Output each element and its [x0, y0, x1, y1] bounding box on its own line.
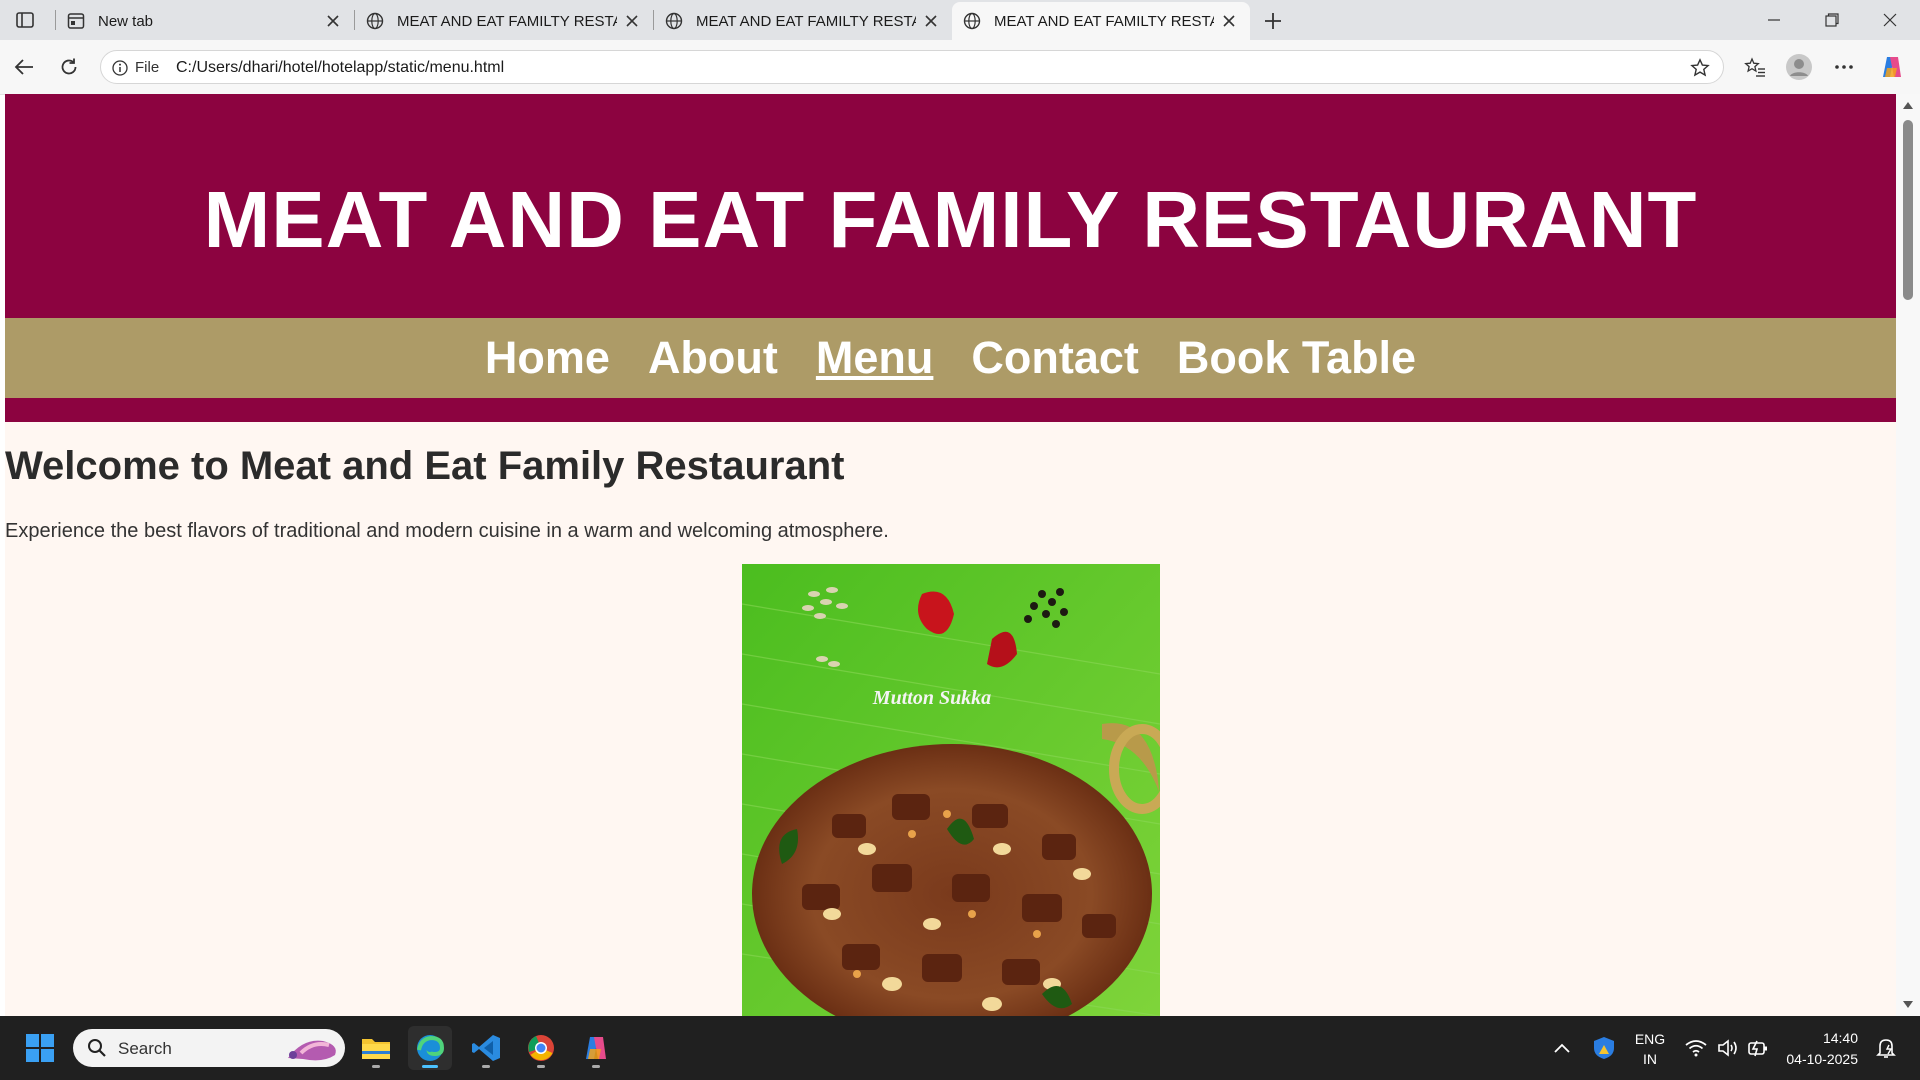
- vscode-icon[interactable]: [464, 1026, 508, 1070]
- intro-paragraph: Experience the best flavors of tradition…: [5, 520, 889, 542]
- refresh-icon[interactable]: [54, 52, 84, 82]
- nav-link-menu[interactable]: Menu: [816, 332, 934, 384]
- tab-label: MEAT AND EAT FAMILTY RESTAURANT: [994, 12, 1214, 30]
- clock-time[interactable]: 14:40: [1778, 1030, 1858, 1046]
- profile-avatar-icon[interactable]: [1784, 52, 1814, 82]
- new-tab-plus-icon[interactable]: [1260, 8, 1286, 34]
- security-shield-icon[interactable]: [1582, 1026, 1626, 1070]
- globe-icon: [664, 11, 684, 31]
- notification-bell-icon[interactable]: [1864, 1026, 1908, 1070]
- tab-new-tab[interactable]: New tab: [56, 2, 354, 40]
- search-icon: [87, 1038, 107, 1063]
- url-text[interactable]: C:/Users/dhari/hotel/hotelapp/static/men…: [176, 59, 504, 77]
- browser-toolbar: File C:/Users/dhari/hotel/hotelapp/stati…: [0, 40, 1920, 95]
- scroll-down-arrow-icon[interactable]: [1903, 1001, 1913, 1008]
- nav-link-about[interactable]: About: [648, 332, 778, 384]
- minimize-window-icon[interactable]: [1752, 6, 1796, 34]
- edge-browser-icon[interactable]: [408, 1026, 452, 1070]
- page-scrollbar[interactable]: [1896, 94, 1920, 1016]
- nav-link-book-table[interactable]: Book Table: [1177, 332, 1416, 384]
- main-navigation: Home About Menu Contact Book Table: [5, 318, 1896, 398]
- favorite-star-icon[interactable]: [1689, 57, 1711, 79]
- copilot-icon[interactable]: [1877, 52, 1907, 82]
- dish-caption: Mutton Sukka: [872, 687, 991, 709]
- file-explorer-icon[interactable]: [354, 1026, 398, 1070]
- taskbar-search-box[interactable]: Search: [73, 1029, 345, 1067]
- windows-taskbar: Search ENG IN 14:40 04-10-2025: [0, 1016, 1920, 1080]
- dish-photo: Mutton Sukka: [742, 564, 1160, 1016]
- chrome-icon[interactable]: [519, 1026, 563, 1070]
- tab-label: MEAT AND EAT FAMILTY RESTAURANT: [397, 12, 617, 30]
- page-viewport: MEAT AND EAT FAMILY RESTAURANT Home Abou…: [5, 94, 1896, 1016]
- tab-label: New tab: [98, 12, 154, 30]
- scroll-up-arrow-icon[interactable]: [1903, 102, 1913, 109]
- running-indicator: [482, 1065, 490, 1068]
- tab-label: MEAT AND EAT FAMILTY RESTAURANT: [696, 12, 916, 30]
- new-tab-page-icon: [66, 11, 86, 31]
- tab-restaurant-1[interactable]: MEAT AND EAT FAMILTY RESTAURANT: [355, 2, 653, 40]
- clock-date[interactable]: 04-10-2025: [1778, 1051, 1858, 1067]
- tab-restaurant-active[interactable]: MEAT AND EAT FAMILTY RESTAURANT: [952, 2, 1250, 40]
- battery-charging-icon[interactable]: [1738, 1026, 1778, 1070]
- running-indicator: [537, 1065, 545, 1068]
- search-highlight-image-icon: [283, 1033, 341, 1068]
- globe-icon: [962, 11, 982, 31]
- tab-actions-icon[interactable]: [12, 8, 38, 32]
- back-arrow-icon[interactable]: [9, 52, 39, 82]
- nav-link-contact[interactable]: Contact: [971, 332, 1139, 384]
- restore-window-icon[interactable]: [1810, 6, 1854, 34]
- close-tab-icon[interactable]: [324, 12, 342, 30]
- scrollbar-thumb[interactable]: [1903, 120, 1913, 300]
- site-info-icon[interactable]: [111, 59, 129, 77]
- running-indicator: [592, 1065, 600, 1068]
- show-hidden-icons-chevron-icon[interactable]: [1540, 1026, 1584, 1070]
- globe-icon: [365, 11, 385, 31]
- address-bar[interactable]: File C:/Users/dhari/hotel/hotelapp/stati…: [100, 50, 1724, 84]
- close-tab-icon[interactable]: [623, 12, 641, 30]
- nav-link-home[interactable]: Home: [485, 332, 610, 384]
- close-tab-icon[interactable]: [1220, 12, 1238, 30]
- windows-start-icon[interactable]: [18, 1026, 62, 1070]
- browser-tab-strip: New tab MEAT AND EAT FAMILTY RESTAURANT …: [0, 0, 1920, 40]
- welcome-heading: Welcome to Meat and Eat Family Restauran…: [5, 444, 845, 488]
- copilot-app-icon[interactable]: [574, 1026, 618, 1070]
- restaurant-title: MEAT AND EAT FAMILY RESTAURANT: [203, 175, 1698, 264]
- running-indicator: [372, 1065, 380, 1068]
- tab-restaurant-2[interactable]: MEAT AND EAT FAMILTY RESTAURANT: [654, 2, 952, 40]
- search-placeholder: Search: [118, 1039, 172, 1058]
- close-window-icon[interactable]: [1868, 6, 1912, 34]
- site-header: MEAT AND EAT FAMILY RESTAURANT Home Abou…: [5, 94, 1896, 422]
- active-indicator: [422, 1065, 438, 1068]
- input-region[interactable]: IN: [1628, 1051, 1672, 1067]
- input-language[interactable]: ENG: [1628, 1031, 1672, 1047]
- file-scheme-label: File: [135, 59, 160, 76]
- more-options-icon[interactable]: [1829, 52, 1859, 82]
- favorites-list-icon[interactable]: [1740, 52, 1770, 82]
- close-tab-icon[interactable]: [922, 12, 940, 30]
